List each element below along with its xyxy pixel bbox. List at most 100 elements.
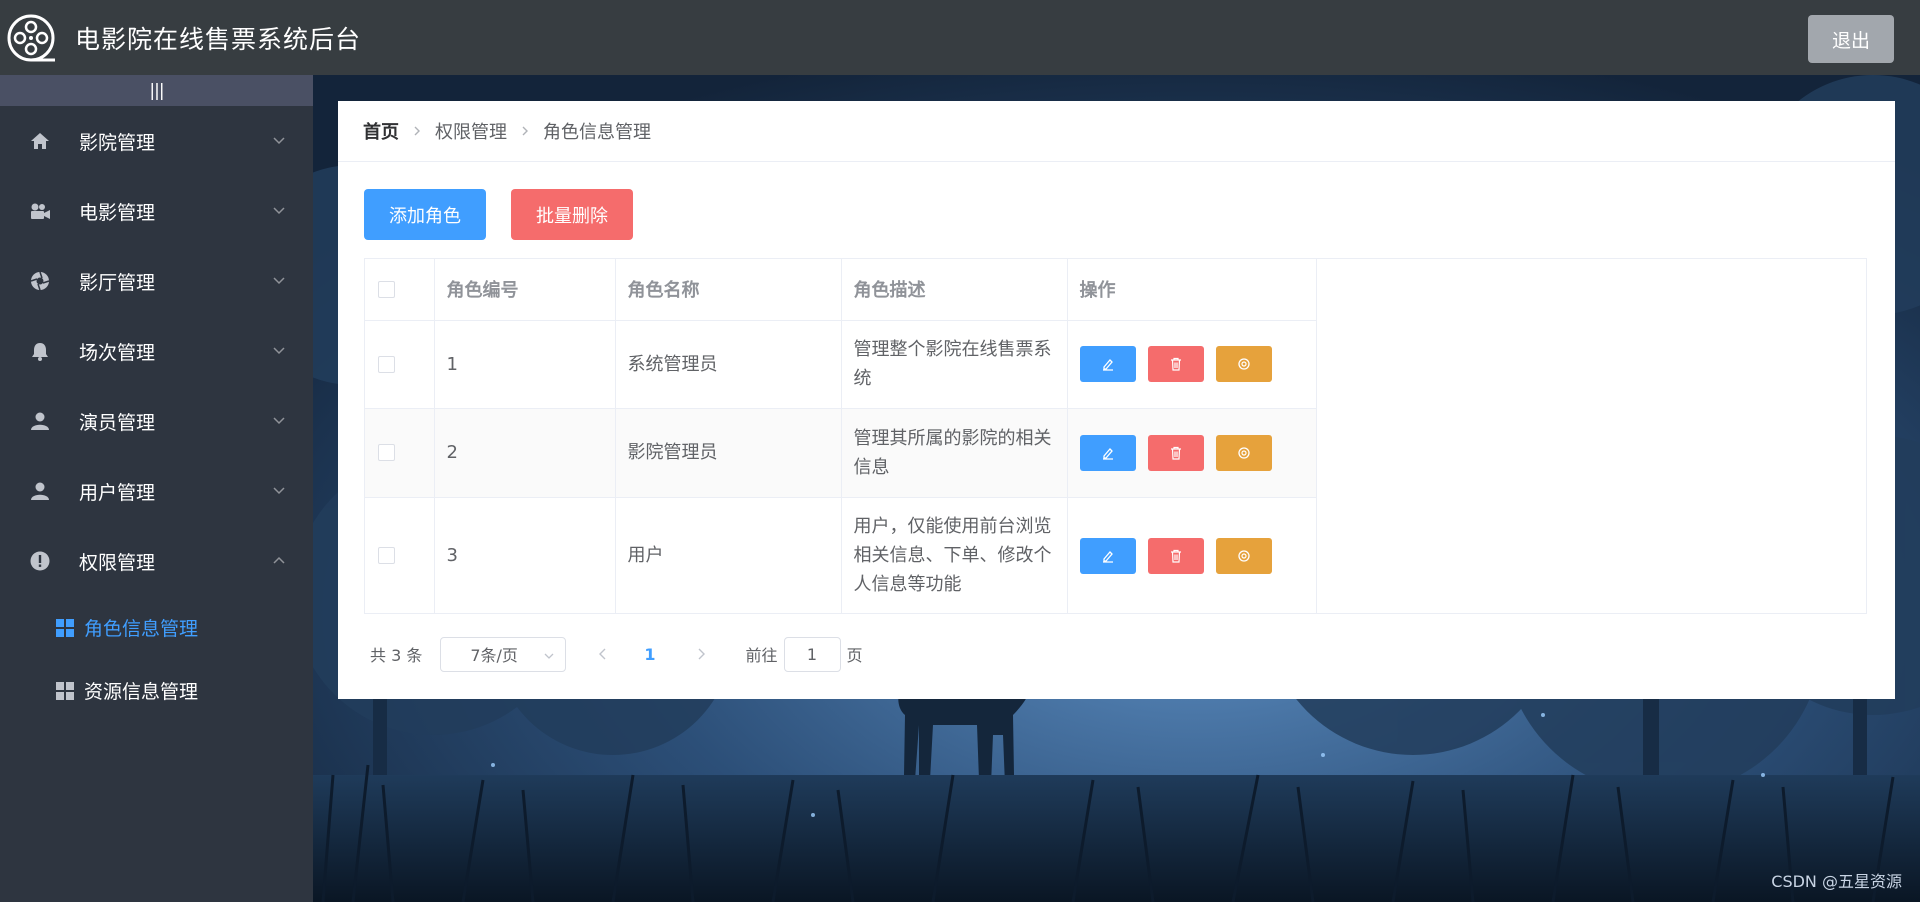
app-title: 电影院在线售票系统后台 xyxy=(75,24,362,54)
logout-button[interactable]: 退出 xyxy=(1808,15,1894,63)
chevron-down-icon xyxy=(273,487,285,495)
permission-icon xyxy=(1237,550,1250,562)
bell-icon xyxy=(29,340,51,362)
sidebar-subitem-resource-info[interactable]: 资源信息管理 xyxy=(0,659,313,722)
next-page-icon[interactable] xyxy=(694,647,708,661)
row-actions xyxy=(1079,434,1304,471)
goto-unit: 页 xyxy=(846,646,863,665)
edit-icon xyxy=(1102,550,1113,563)
sidebar-item-label: 演员管理 xyxy=(79,411,156,434)
edit-button[interactable] xyxy=(1079,434,1136,471)
warning-icon xyxy=(29,550,51,572)
sidebar-subitem-role-info[interactable]: 角色信息管理 xyxy=(0,596,313,659)
chevron-up-icon xyxy=(273,556,285,564)
edit-icon xyxy=(1102,359,1113,371)
sidebar-item-hall[interactable]: 影厅管理 xyxy=(0,246,313,316)
role-id-cell: 3 xyxy=(434,497,616,614)
chevron-down-icon xyxy=(544,653,554,659)
sidebar-item-label: 影厅管理 xyxy=(79,271,156,294)
breadcrumb-home[interactable]: 首页 xyxy=(363,118,399,144)
user-icon xyxy=(29,480,51,502)
sidebar-item-permission[interactable]: 权限管理 xyxy=(0,526,313,596)
sidebar-item-label: 场次管理 xyxy=(79,341,156,364)
sidebar: ||| 影院管理 电影管理 影厅管理 场次管理 演员管理 用户管理 权限管理 角… xyxy=(0,75,313,902)
role-id-cell: 1 xyxy=(434,320,616,409)
role-table: 角色编号 角色名称 角色描述 操作 1 系统管理员 管理整个影院在线售票系统 2… xyxy=(364,258,1867,614)
page-number[interactable]: 1 xyxy=(644,645,655,664)
column-header: 角色名称 xyxy=(615,259,842,321)
row-actions xyxy=(1079,537,1304,574)
batch-delete-button[interactable]: 批量删除 xyxy=(511,189,633,240)
permission-button[interactable] xyxy=(1215,537,1272,574)
edit-button[interactable] xyxy=(1079,346,1136,382)
sidebar-item-label: 电影管理 xyxy=(79,201,156,224)
column-header: 角色编号 xyxy=(434,259,616,321)
total-count: 共 3 条 xyxy=(370,646,423,665)
aperture-icon xyxy=(29,270,51,292)
breadcrumb-permission[interactable]: 权限管理 xyxy=(435,118,507,144)
sidebar-item-movie[interactable]: 电影管理 xyxy=(0,176,313,246)
chevron-right-icon xyxy=(522,126,528,136)
sidebar-item-label: 权限管理 xyxy=(79,551,156,574)
user-icon xyxy=(29,410,51,432)
goto-label: 前往 xyxy=(745,646,778,665)
sidebar-item-label: 影院管理 xyxy=(79,131,156,154)
role-name-cell: 影院管理员 xyxy=(615,408,842,498)
delete-button[interactable] xyxy=(1147,537,1204,574)
breadcrumb: 首页 权限管理 角色信息管理 xyxy=(338,101,1895,162)
top-header: 电影院在线售票系统后台 退出 xyxy=(0,0,1920,75)
sidebar-item-user[interactable]: 用户管理 xyxy=(0,456,313,526)
column-header: 操作 xyxy=(1067,259,1317,321)
row-actions xyxy=(1079,346,1304,382)
permission-button[interactable] xyxy=(1215,346,1272,382)
edit-icon xyxy=(1102,447,1113,460)
sidebar-subitem-label: 角色信息管理 xyxy=(84,618,199,640)
watermark: CSDN @五星资源 xyxy=(1771,872,1902,891)
sidebar-collapse-toggle[interactable]: ||| xyxy=(0,75,313,106)
edit-button[interactable] xyxy=(1079,537,1136,574)
sidebar-item-cinema[interactable]: 影院管理 xyxy=(0,106,313,176)
delete-icon xyxy=(1170,357,1181,371)
permission-icon xyxy=(1237,446,1250,459)
film-reel-icon xyxy=(7,14,55,61)
table-row: 3 用户 用户，仅能使用前台浏览相关信息、下单、修改个人信息等功能 xyxy=(365,497,1317,614)
delete-icon xyxy=(1170,549,1181,563)
home-icon xyxy=(29,130,51,152)
permission-button[interactable] xyxy=(1215,434,1272,471)
chevron-right-icon xyxy=(414,126,420,136)
sidebar-subitem-label: 资源信息管理 xyxy=(84,681,199,703)
delete-icon xyxy=(1170,446,1181,460)
goto-page-input[interactable] xyxy=(783,636,841,672)
select-all-checkbox[interactable] xyxy=(378,280,395,298)
column-header: 角色描述 xyxy=(841,259,1068,321)
chevron-down-icon xyxy=(273,277,285,285)
breadcrumb-current: 角色信息管理 xyxy=(543,122,651,143)
chevron-down-icon xyxy=(273,137,285,145)
chevron-down-icon xyxy=(273,417,285,425)
table-row: 2 影院管理员 管理其所属的影院的相关信息 xyxy=(365,408,1317,498)
grid-icon xyxy=(56,618,74,637)
add-role-button[interactable]: 添加角色 xyxy=(364,189,486,240)
table-row: 1 系统管理员 管理整个影院在线售票系统 xyxy=(365,320,1317,409)
sidebar-item-actor[interactable]: 演员管理 xyxy=(0,386,313,456)
chevron-down-icon xyxy=(273,207,285,215)
role-id-cell: 2 xyxy=(434,408,616,498)
sidebar-item-schedule[interactable]: 场次管理 xyxy=(0,316,313,386)
row-checkbox[interactable] xyxy=(378,547,395,565)
camera-icon xyxy=(29,200,51,222)
page-size-select[interactable]: 7条/页 xyxy=(440,636,567,672)
row-checkbox[interactable] xyxy=(378,355,395,373)
chevron-down-icon xyxy=(273,347,285,355)
row-checkbox[interactable] xyxy=(378,444,395,461)
prev-page-icon[interactable] xyxy=(596,647,610,661)
pagination: 共 3 条 7条/页 1 前往 页 xyxy=(370,636,863,672)
delete-button[interactable] xyxy=(1147,434,1204,471)
delete-button[interactable] xyxy=(1147,346,1204,382)
grid-icon xyxy=(56,681,74,700)
role-desc-cell: 管理其所属的影院的相关信息 xyxy=(841,408,1068,498)
content-card: 首页 权限管理 角色信息管理 添加角色 批量删除 角色编号 角色名称 角色描述 … xyxy=(338,101,1895,699)
select-all-cell xyxy=(365,259,435,321)
permission-icon xyxy=(1237,358,1250,370)
page-size-value: 7条/页 xyxy=(470,646,518,665)
role-desc-cell: 用户，仅能使用前台浏览相关信息、下单、修改个人信息等功能 xyxy=(841,497,1068,614)
